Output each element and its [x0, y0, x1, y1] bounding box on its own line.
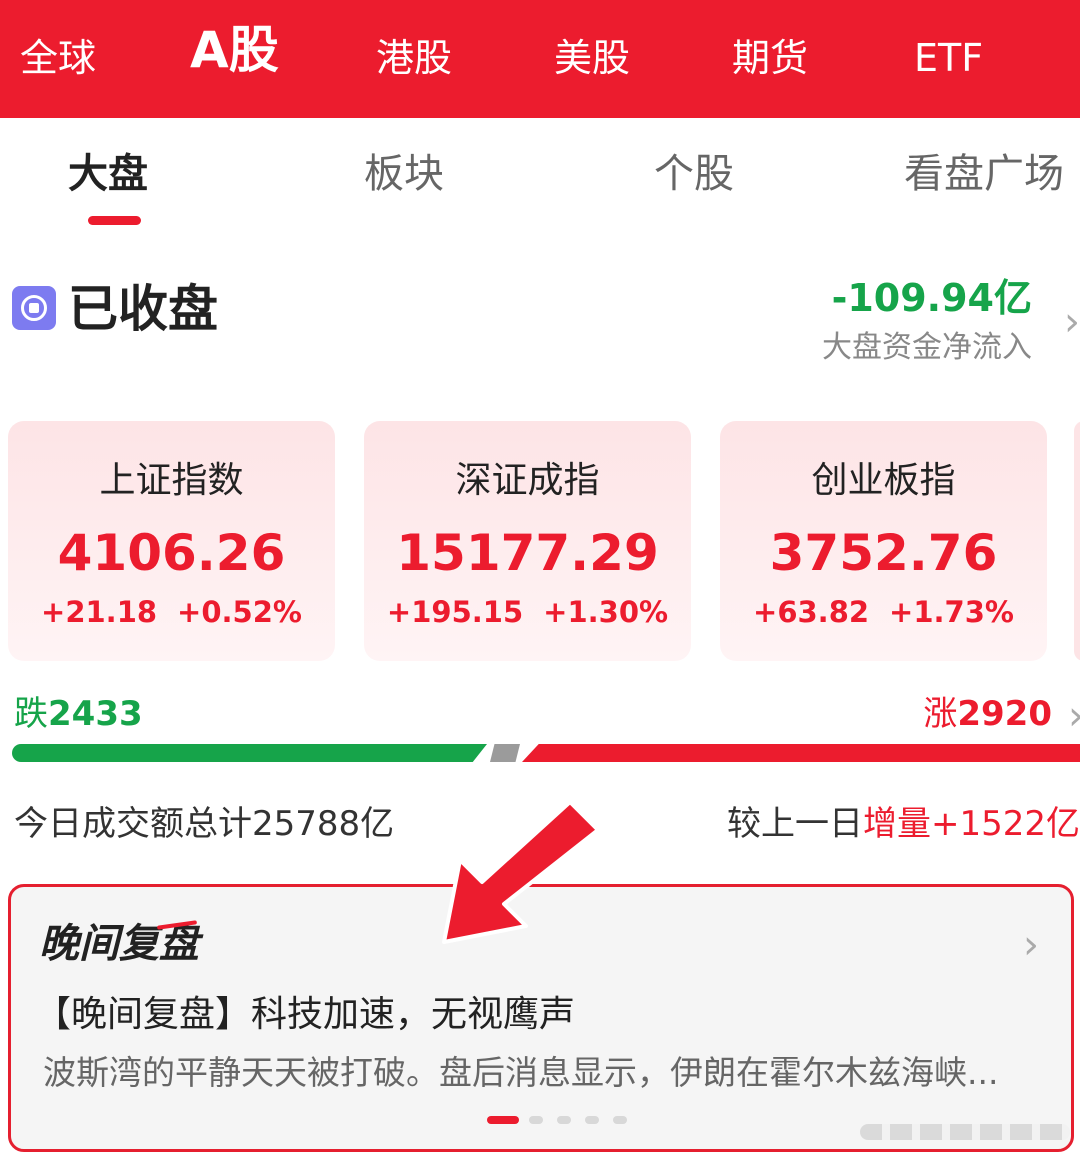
market-status: 已收盘 — [68, 280, 218, 338]
compare-label: 增量 — [862, 804, 931, 844]
index-change-pct: +0.52% — [177, 595, 302, 629]
chevron-right-icon[interactable]: › — [1023, 925, 1039, 965]
rise-value: 2920 — [957, 694, 1052, 734]
index-name: 深证成指 — [455, 460, 600, 501]
fund-flow-label[interactable]: 大盘资金净流入 — [822, 328, 1032, 368]
index-change-row: +63.82 +1.73% — [720, 593, 1047, 631]
fund-flow-value[interactable]: -109.94亿 — [832, 274, 1032, 322]
index-change-row: +195.15 +1.30% — [364, 593, 691, 631]
index-card-shenzhen[interactable]: 深证成指 15177.29 +195.15 +1.30% — [364, 421, 691, 661]
turnover-compare: 较上一日增量+1522亿 — [727, 800, 1080, 848]
fall-bar — [12, 744, 487, 762]
fall-value: 2433 — [48, 694, 143, 734]
index-name: 上证指数 — [99, 460, 244, 501]
rise-label: 涨 — [923, 694, 958, 734]
carousel-dot — [557, 1116, 571, 1124]
subtab-stock[interactable]: 个股 — [654, 148, 734, 200]
subtab-market[interactable]: 大盘 — [68, 148, 148, 200]
index-change: +21.18 — [41, 595, 158, 629]
carousel-dot — [529, 1116, 543, 1124]
review-headline[interactable]: 【晚间复盘】科技加速，无视鹰声 — [35, 991, 575, 1039]
index-card-peek[interactable] — [1074, 421, 1080, 661]
index-card-shanghai[interactable]: 上证指数 4106.26 +21.18 +0.52% — [8, 421, 335, 661]
compare-prefix: 较上一日 — [726, 804, 863, 844]
tab-hk-stock[interactable]: 港股 — [376, 30, 452, 86]
subtab-sector[interactable]: 板块 — [364, 148, 444, 200]
chevron-right-icon[interactable]: › — [1068, 696, 1080, 736]
market-tab-bar: 全球 A股 港股 美股 期货 ETF — [0, 0, 1080, 118]
subtab-square[interactable]: 看盘广场 — [904, 148, 1064, 200]
home-indicator — [860, 1124, 1070, 1140]
rise-bar — [522, 744, 1080, 762]
carousel-dot — [585, 1116, 599, 1124]
index-name: 创业板指 — [811, 460, 956, 501]
active-tab-indicator — [88, 216, 141, 225]
index-card-chinext[interactable]: 创业板指 3752.76 +63.82 +1.73% — [720, 421, 1047, 661]
index-change: +195.15 — [386, 595, 524, 629]
turnover-total: 今日成交额总计25788亿 — [14, 804, 395, 844]
tab-etf[interactable]: ETF — [914, 30, 983, 86]
fall-label: 跌 — [14, 694, 48, 734]
tab-a-share[interactable]: A股 — [190, 22, 279, 78]
tab-us-stock[interactable]: 美股 — [554, 30, 630, 86]
index-change-row: +21.18 +0.52% — [8, 593, 335, 631]
review-title: 晚间复盘 — [39, 917, 199, 971]
index-value: 3752.76 — [769, 524, 998, 582]
index-change-pct: +1.73% — [889, 595, 1014, 629]
carousel-dot-active — [487, 1116, 519, 1124]
index-value: 15177.29 — [396, 524, 659, 582]
red-arrow-icon — [442, 800, 600, 944]
compare-value: +1522亿 — [930, 804, 1080, 844]
tab-futures[interactable]: 期货 — [732, 30, 808, 86]
fall-count: 跌2433 — [14, 692, 143, 736]
flat-bar — [490, 744, 520, 762]
stop-icon — [12, 286, 56, 330]
index-change-pct: +1.30% — [543, 595, 669, 629]
index-change: +63.82 — [753, 595, 870, 629]
carousel-dot — [613, 1116, 627, 1124]
rise-count[interactable]: 涨2920 — [923, 692, 1052, 736]
review-body[interactable]: 波斯湾的平静天天被打破。盘后消息显示，伊朗在霍尔木兹海峡... — [43, 1051, 1053, 1095]
index-value: 4106.26 — [57, 524, 286, 582]
chevron-right-icon[interactable]: › — [1064, 302, 1080, 342]
tab-global[interactable]: 全球 — [20, 30, 96, 86]
